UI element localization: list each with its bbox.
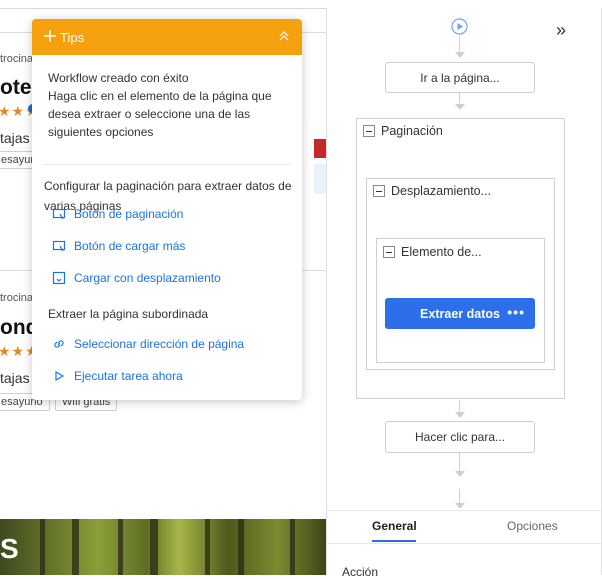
sponsor-label: trocina [0,53,34,65]
tab-label: Opciones [507,519,558,533]
scroll-group-header[interactable]: Desplazamiento... [373,184,491,198]
node-label: Hacer clic para... [414,430,506,444]
select-page-address-option[interactable]: Seleccionar dirección de página [52,337,244,351]
page-divider [0,8,326,9]
collapse-minus-icon[interactable] [363,125,375,137]
group-label: Elemento de... [401,245,482,259]
benefits-label: tajas [0,370,30,386]
tips-title: Tips [60,29,85,45]
tab-label: General [372,519,417,533]
banner-text: S [0,533,19,564]
go-to-page-node[interactable]: Ir a la página... [385,62,535,93]
play-icon [52,369,66,383]
pagination-button-icon [52,207,66,221]
scroll-load-option[interactable]: Cargar con desplazamiento [52,271,221,285]
collapse-up-icon[interactable] [278,30,290,45]
link-icon [52,337,66,351]
option-label: Ejecutar tarea ahora [74,369,183,383]
pagination-group-header[interactable]: Paginación [363,124,443,138]
tab-options[interactable]: Opciones [507,510,558,542]
subpage-section-title: Extraer la página subordinada [48,307,209,321]
collapse-minus-icon[interactable] [383,246,395,258]
load-more-icon [52,239,66,253]
sponsor-label: trocina [0,292,34,304]
forest-banner-image: S [0,519,326,575]
node-label: Extraer datos [420,306,500,321]
tips-header[interactable]: Tips [32,19,302,55]
run-task-option[interactable]: Ejecutar tarea ahora [52,369,183,383]
collapse-minus-icon[interactable] [373,185,385,197]
node-label: Ir a la página... [420,70,500,85]
divider [44,164,290,165]
collapse-panel-icon[interactable]: » [556,20,566,41]
tab-general[interactable]: General [372,510,417,542]
option-label: Cargar con desplazamiento [74,271,221,285]
highlight-tag [314,164,326,194]
more-options-icon[interactable]: ••• [507,304,525,320]
benefits-label: tajas [0,130,30,146]
tips-panel: Tips Workflow creado con éxito Haga clic… [32,19,302,400]
action-field-label: Acción [342,565,379,579]
settings-tab-bar [327,510,601,544]
extract-data-node[interactable]: Extraer datos ••• [385,298,535,329]
click-to-paginate-node[interactable]: Hacer clic para... [385,421,535,453]
load-more-option[interactable]: Botón de cargar más [52,239,185,253]
group-label: Paginación [381,124,443,138]
option-label: Botón de paginación [74,207,184,221]
sparkle-icon [44,29,56,45]
group-label: Desplazamiento... [391,184,492,198]
scroll-load-icon [52,271,66,285]
option-label: Seleccionar dirección de página [74,337,245,351]
pagination-button-option[interactable]: Botón de paginación [52,207,183,221]
active-tab-indicator [372,540,416,542]
tips-message: Workflow creado con éxito Haga clic en e… [48,71,272,139]
option-label: Botón de cargar más [74,239,186,253]
price-tag [314,139,326,158]
element-group-header[interactable]: Elemento de... [383,245,482,259]
